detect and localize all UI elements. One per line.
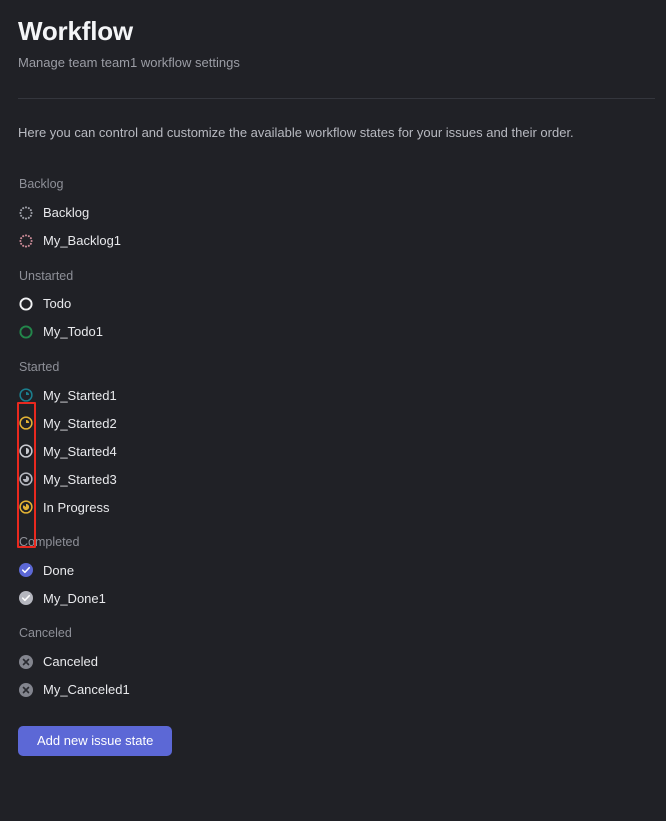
state-name: My_Started2 [43,415,117,431]
page-header: Workflow Manage team team1 workflow sett… [18,0,655,100]
state-group-unstarted: Unstarted Todo My_Todo1 [18,268,648,346]
state-name: Backlog [43,205,90,221]
state-name: Canceled [43,654,98,670]
state-row[interactable]: My_Started1 [18,381,648,409]
circle-outline-icon [18,324,34,340]
state-group-canceled: Canceled Canceled My_Canceled1 [18,625,648,703]
page-subtitle: Manage team team1 workflow settings [18,55,240,71]
state-name: My_Backlog1 [43,233,122,249]
state-group-started: Started My_Started1 My_Started2 My_Started4… [18,359,648,521]
state-name: My_Started1 [43,387,117,403]
state-name: My_Canceled1 [43,682,130,698]
page-title: Workflow [18,16,133,46]
state-row[interactable]: My_Done1 [18,584,648,612]
state-name: In Progress [43,499,110,515]
progress-pie-icon [18,443,34,459]
state-group-label: Backlog [19,177,64,192]
state-row[interactable]: Canceled [18,648,648,676]
state-row[interactable]: My_Todo1 [18,318,648,346]
check-circle-icon [18,562,34,578]
progress-pie-icon [18,387,34,403]
state-row[interactable]: In Progress [18,493,648,521]
state-name: Done [43,562,75,578]
dotted-circle-icon [18,233,34,249]
circle-outline-icon [18,296,34,312]
state-name: My_Started3 [43,471,117,487]
x-circle-icon [18,682,34,698]
progress-pie-icon [18,499,34,515]
state-row[interactable]: My_Canceled1 [18,676,648,704]
state-row[interactable]: My_Started2 [18,409,648,437]
progress-pie-icon [18,471,34,487]
state-row[interactable]: My_Backlog1 [18,227,648,255]
dotted-circle-icon [18,205,34,221]
state-group-label: Unstarted [19,268,74,283]
state-row[interactable]: My_Started4 [18,437,648,465]
state-row[interactable]: Backlog [18,199,648,227]
workflow-state-groups: Backlog Backlog My_Backlog1 Unstarted Todo My… [18,176,648,703]
progress-pie-icon [18,415,34,431]
intro-description: Here you can control and customize the a… [18,125,574,141]
state-name: My_Started4 [43,443,117,459]
state-name: My_Done1 [43,590,106,606]
x-circle-icon [18,654,34,670]
check-circle-icon [18,590,34,606]
add-new-issue-state-button[interactable]: Add new issue state [18,725,173,756]
state-row[interactable]: Todo [18,290,648,318]
workflow-settings-page: Workflow Manage team team1 workflow sett… [0,0,666,821]
state-row[interactable]: My_Started3 [18,465,648,493]
state-group-label: Started [19,359,60,374]
state-row[interactable]: Done [18,556,648,584]
state-name: My_Todo1 [43,324,103,340]
page-footer: Add new issue state [18,725,648,756]
state-group-backlog: Backlog Backlog My_Backlog1 [18,176,648,254]
header-divider [18,98,655,100]
state-name: Todo [43,296,72,312]
state-group-label: Canceled [19,626,72,641]
state-group-label: Completed [19,535,80,550]
state-group-completed: Completed Done My_Done1 [18,534,648,612]
